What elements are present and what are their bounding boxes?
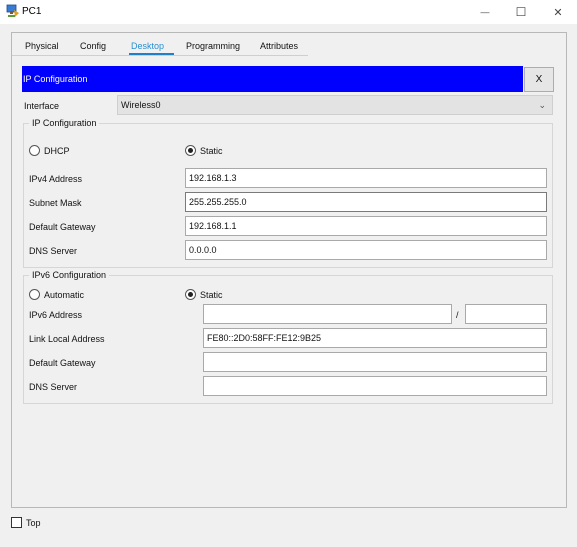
link-local-field[interactable]: FE80::2D0:58FF:FE12:9B25 — [203, 328, 547, 348]
link-local-label: Link Local Address — [29, 334, 105, 344]
ipv4-address-field[interactable]: 192.168.1.3 — [185, 168, 547, 188]
dns-server-label: DNS Server — [29, 246, 78, 256]
minimize-icon: — — [480, 7, 490, 17]
tab-attributes[interactable]: Attributes — [260, 41, 298, 51]
automatic-radio[interactable] — [29, 289, 40, 300]
ipv6-gateway-label: Default Gateway — [29, 358, 96, 368]
static-label: Static — [200, 146, 223, 156]
dns-server-field[interactable]: 0.0.0.0 — [185, 240, 547, 260]
minimize-button[interactable]: — — [466, 0, 504, 24]
subnet-mask-label: Subnet Mask — [29, 198, 82, 208]
ipv6-prefix-field[interactable] — [465, 304, 547, 324]
top-checkbox[interactable] — [11, 517, 22, 528]
tab-config[interactable]: Config — [80, 41, 106, 51]
dhcp-label: DHCP — [44, 146, 70, 156]
ipv6-static-radio[interactable] — [185, 289, 196, 300]
maximize-button[interactable]: ☐ — [502, 0, 540, 24]
default-gateway-field[interactable]: 192.168.1.1 — [185, 216, 547, 236]
interface-select[interactable]: Wireless0 ⌄ — [117, 95, 553, 115]
tab-desktop[interactable]: Desktop — [131, 41, 164, 51]
top-label: Top — [26, 518, 41, 528]
ipv4-address-label: IPv4 Address — [29, 174, 83, 184]
interface-value: Wireless0 — [121, 100, 161, 110]
tab-programming[interactable]: Programming — [186, 41, 240, 51]
ip-config-header: IP Configuration — [22, 66, 523, 92]
tab-bar: Physical Config Desktop Programming Attr… — [12, 33, 566, 56]
automatic-label: Automatic — [44, 290, 85, 300]
close-icon: ✕ — [553, 6, 563, 19]
window-titlebar: PC1 — ☐ ✕ — [0, 0, 577, 24]
interface-label: Interface — [24, 101, 60, 111]
maximize-icon: ☐ — [515, 5, 527, 19]
ipv4-group-title: IP Configuration — [29, 118, 100, 128]
tab-physical[interactable]: Physical — [25, 41, 59, 51]
subnet-mask-field[interactable]: 255.255.255.0 — [185, 192, 547, 212]
ipv6-address-label: IPv6 Address — [29, 310, 83, 320]
ipv6-dns-field[interactable] — [203, 376, 547, 396]
tab-divider — [12, 55, 308, 56]
static-radio[interactable] — [185, 145, 196, 156]
ipv6-group-title: IPv6 Configuration — [29, 270, 110, 280]
window-title: PC1 — [22, 6, 42, 17]
ipv6-address-field[interactable] — [203, 304, 452, 324]
ipv6-dns-label: DNS Server — [29, 382, 78, 392]
default-gateway-label: Default Gateway — [29, 222, 96, 232]
ipv6-static-label: Static — [200, 290, 223, 300]
ip-config-close-button[interactable]: X — [524, 67, 554, 92]
dhcp-radio[interactable] — [29, 145, 40, 156]
pc-app-icon — [6, 4, 19, 17]
ipv6-gateway-field[interactable] — [203, 352, 547, 372]
ipv6-prefix-separator: / — [456, 310, 459, 320]
close-window-button[interactable]: ✕ — [539, 0, 577, 24]
chevron-down-icon: ⌄ — [538, 100, 546, 110]
main-panel: Physical Config Desktop Programming Attr… — [11, 32, 567, 508]
